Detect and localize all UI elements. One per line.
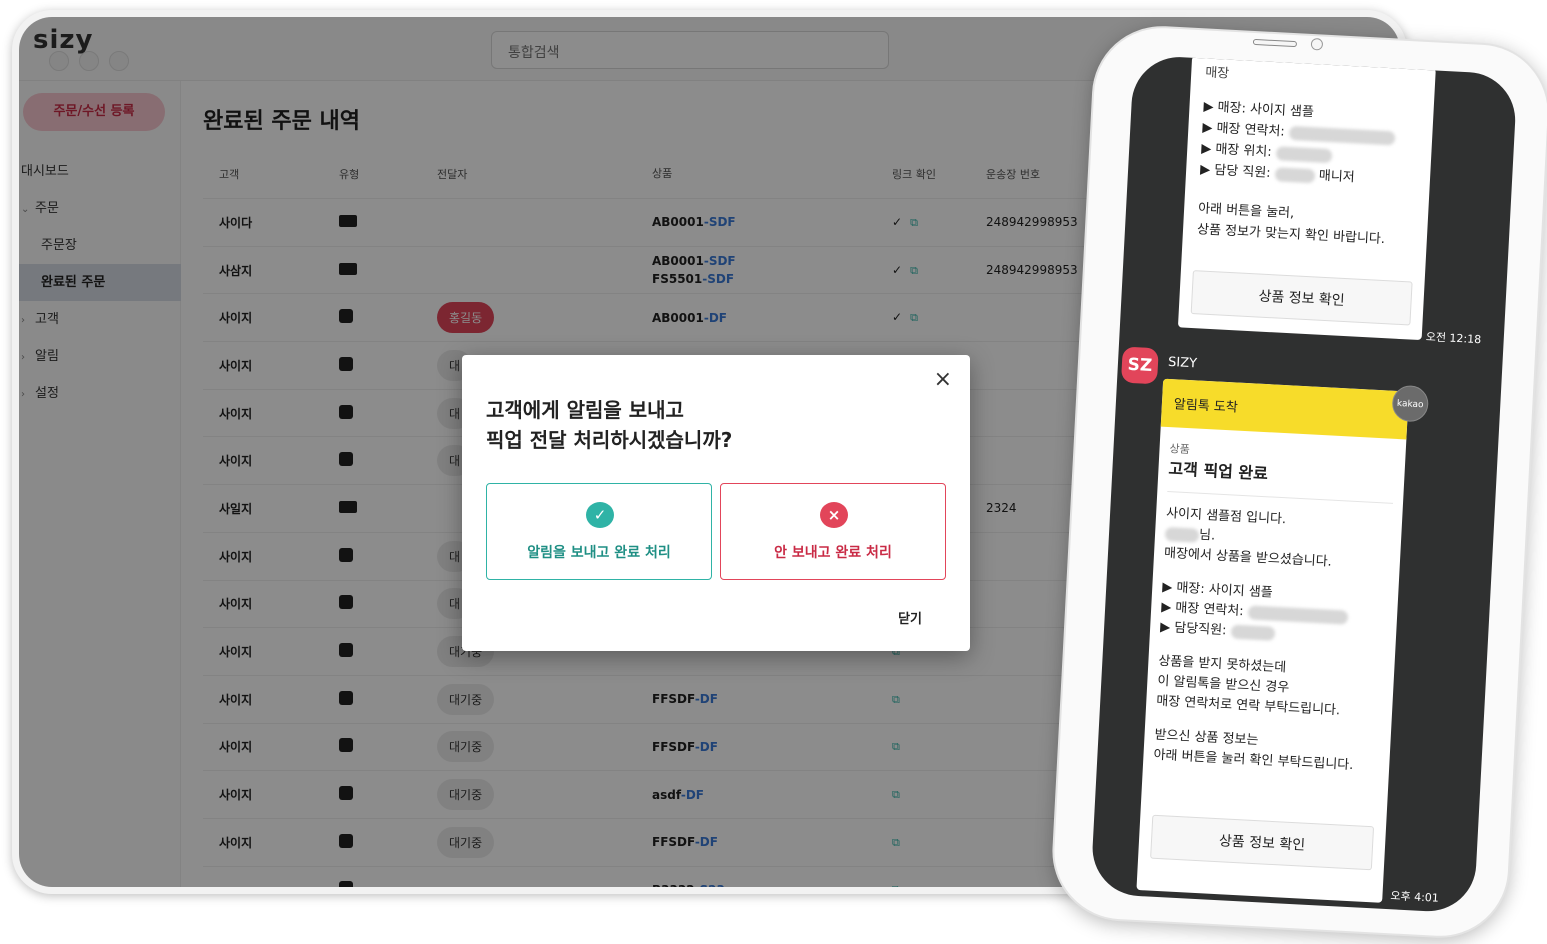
redacted-blur (1230, 624, 1275, 641)
divider (1167, 491, 1394, 504)
message-text: ▶ 담당 직원: (1199, 162, 1271, 181)
chat-message-2: 알림톡 도착 상품 고객 픽업 완료 사이지 샘플점 입니다. 님. 매장에서 … (1136, 378, 1409, 903)
message-text: ▶ 매장 연락처: (1202, 120, 1286, 140)
phone-body: 매장 ▶ 매장: 사이지 샘플 ▶ 매장 연락처: ▶ 매장 위치: ▶ 담당 … (1048, 22, 1547, 942)
camera-icon (1310, 37, 1324, 51)
send-and-complete-button[interactable]: ✓ 알림을 보내고 완료 처리 (486, 483, 712, 580)
speaker-icon (1252, 38, 1298, 48)
redacted-blur (1275, 145, 1333, 163)
message-text: 매니저 (1318, 168, 1356, 186)
close-button[interactable]: 닫기 (898, 608, 922, 627)
redacted-blur (1247, 604, 1348, 625)
redacted-blur (1164, 526, 1200, 543)
message-body: 상품 고객 픽업 완료 사이지 샘플점 입니다. 님. 매장에서 상품을 받으셨… (1143, 427, 1406, 778)
avatar: SZ (1120, 346, 1159, 385)
phone-mockup: 매장 ▶ 매장: 사이지 샘플 ▶ 매장 연락처: ▶ 매장 위치: ▶ 담당 … (1048, 22, 1547, 942)
check-bubble-icon: ✓ (586, 502, 614, 528)
message-text: ▶ 매장 연락처: (1160, 599, 1244, 620)
sender-name: SIZY (1167, 354, 1198, 372)
message-text: ▶ 담당직원: (1159, 619, 1227, 639)
kakao-badge: kakao (1391, 384, 1430, 423)
product-info-button[interactable]: 상품 정보 확인 (1150, 814, 1375, 871)
dialog-title-line: 고객에게 알림을 보내고 (486, 398, 684, 422)
message-text: 매장 (1204, 65, 1230, 82)
close-icon[interactable]: × (934, 367, 952, 392)
message-time: 오전 12:18 (1425, 330, 1482, 347)
stage: sizy 통합검색 주문/수선 등록 대시보드 ⌄ 주문 주문장 완료된 주문 › 고객 › 알… (0, 0, 1547, 944)
dialog-title-line: 픽업 전달 처리하시겠습니까? (486, 428, 733, 452)
confirm-dialog: × 고객에게 알림을 보내고 픽업 전달 처리하시겠습니까? ✓ 알림을 보내고… (462, 355, 970, 651)
message-time: 오후 4:01 (1390, 889, 1440, 905)
send-and-complete-label: 알림을 보내고 완료 처리 (527, 545, 671, 561)
dialog-title: 고객에게 알림을 보내고 픽업 전달 처리하시겠습니까? (486, 395, 732, 455)
redacted-blur (1288, 125, 1396, 145)
message-text: ▶ 매장 위치: (1200, 141, 1273, 161)
redacted-blur (1274, 166, 1316, 183)
complete-without-send-label: 안 보내고 완료 처리 (774, 545, 892, 561)
message-text: 님. (1198, 527, 1216, 544)
complete-without-send-button[interactable]: × 안 보내고 완료 처리 (720, 483, 946, 580)
x-bubble-icon: × (820, 502, 848, 528)
chat-message-1: 매장 ▶ 매장: 사이지 샘플 ▶ 매장 연락처: ▶ 매장 위치: ▶ 담당 … (1177, 55, 1436, 341)
kakao-chat-screen: 매장 ▶ 매장: 사이지 샘플 ▶ 매장 연락처: ▶ 매장 위치: ▶ 담당 … (1090, 54, 1518, 914)
product-info-button[interactable]: 상품 정보 확인 (1190, 270, 1413, 326)
